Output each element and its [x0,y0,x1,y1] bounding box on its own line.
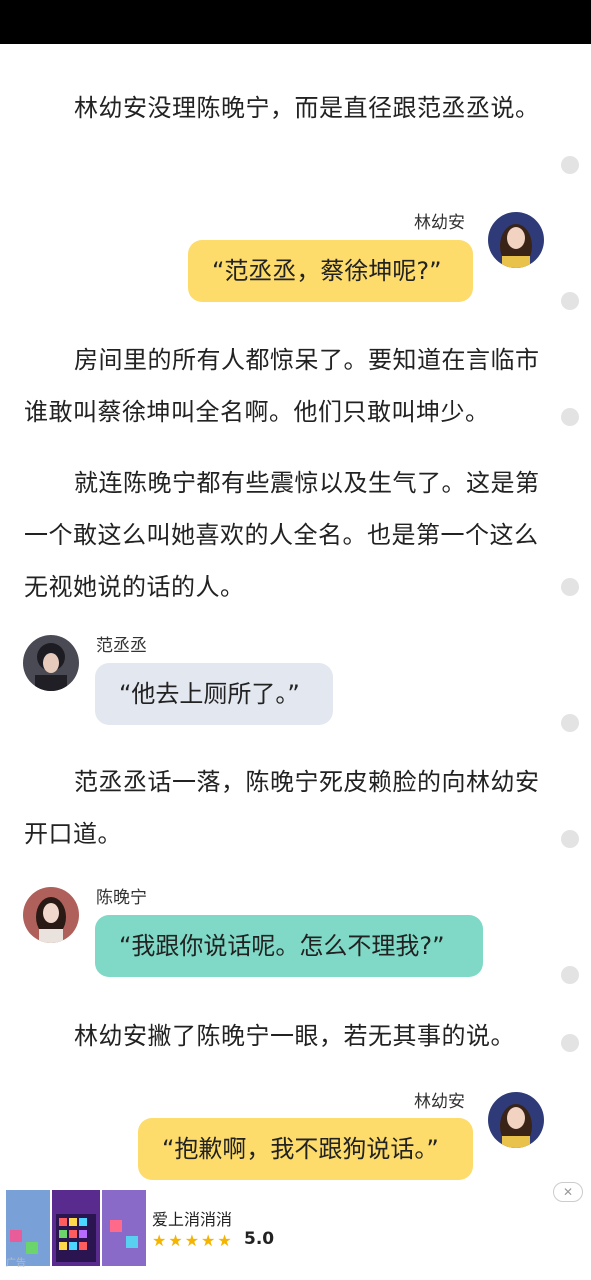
avatar[interactable] [23,635,79,691]
avatar[interactable] [23,887,79,943]
comment-dot-icon[interactable] [561,1034,579,1052]
ad-rating: 5.0 [244,1229,275,1249]
story-paragraph: 林幼安没理陈晚宁，而是直径跟范丞丞说。 [74,94,540,122]
comment-dot-icon[interactable] [561,292,579,310]
avatar[interactable] [488,212,544,268]
story-paragraph: 房间里的所有人都惊呆了。要知道在言临市谁敢叫蔡徐坤叫全名啊。他们只敢叫坤少。 [24,346,540,426]
rating-stars-icon: ★★★★★ [152,1231,234,1250]
ad-banner[interactable]: 广告 爱上消消消 ★★★★★ 5.0 ✕ [0,1182,591,1280]
comment-dot-icon[interactable] [561,578,579,596]
comment-dot-icon[interactable] [561,966,579,984]
dialog-bubble[interactable]: “范丞丞，蔡徐坤呢?” [188,240,473,302]
story-paragraph: 林幼安撇了陈晚宁一眼，若无其事的说。 [74,1022,515,1050]
story-paragraph: 范丞丞话一落，陈晚宁死皮赖脸的向林幼安开口道。 [24,768,540,848]
dialog-bubble[interactable]: “我跟你说话呢。怎么不理我?” [95,915,483,977]
avatar[interactable] [488,1092,544,1148]
ad-title[interactable]: 爱上消消消 [152,1206,232,1230]
ad-game-image[interactable] [6,1190,146,1266]
speaker-name: 林幼安 [414,1092,465,1112]
story-paragraph: 就连陈晚宁都有些震惊以及生气了。这是第一个敢这么叫她喜欢的人全名。也是第一个这么… [24,469,540,601]
speaker-name: 陈晚宁 [96,888,147,908]
speaker-name: 范丞丞 [96,636,147,656]
close-icon[interactable]: ✕ [553,1182,583,1202]
ad-mark: 广告 [6,1258,26,1269]
comment-dot-icon[interactable] [561,156,579,174]
status-bar [0,0,591,44]
dialog-bubble[interactable]: “他去上厕所了。” [95,663,333,725]
dialog-bubble[interactable]: “抱歉啊，我不跟狗说话。” [138,1118,473,1180]
comment-dot-icon[interactable] [561,408,579,426]
speaker-name: 林幼安 [414,213,465,233]
comment-dot-icon[interactable] [561,714,579,732]
comment-dot-icon[interactable] [561,830,579,848]
